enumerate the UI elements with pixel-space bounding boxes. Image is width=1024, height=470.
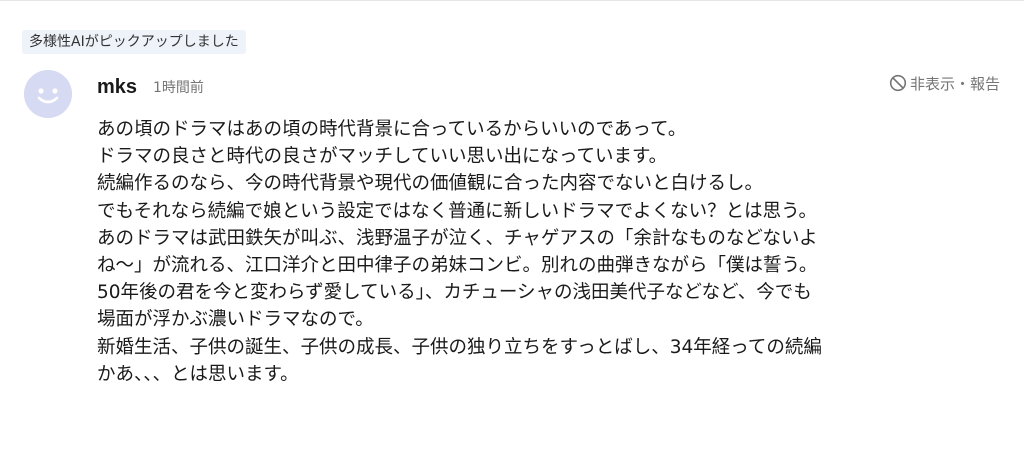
comment-line: あのドラマは武田鉄矢が叫ぶ、浅野温子が泣く、チャゲアスの「余計なものなどないよ bbox=[97, 227, 818, 249]
comment-timestamp: 1時間前 bbox=[153, 80, 204, 96]
block-icon bbox=[889, 74, 907, 92]
comment-line: 場面が浮かぶ濃いドラマなので。 bbox=[97, 309, 374, 331]
hide-report-button[interactable]: 非表示・報告 bbox=[889, 70, 1000, 96]
comment-line: でもそれなら続編で娘という設定ではなく普通に新しいドラマでよくない？とは思う。 bbox=[97, 200, 818, 222]
comment-line: あの頃のドラマはあの頃の時代背景に合っているからいいのであって。 bbox=[97, 119, 687, 140]
comment-line: 50年後の君を今と変わらず愛している」、カチューシャの浅田美代子などなど、今でも bbox=[97, 282, 812, 304]
top-divider bbox=[0, 0, 1024, 1]
smiley-avatar-icon bbox=[24, 70, 72, 118]
comment-line: 新婚生活、子供の誕生、子供の成長、子供の独り立ちをすっとばし、34年経っての続編 bbox=[97, 336, 822, 358]
avatar[interactable] bbox=[24, 70, 72, 118]
comment-line: ドラマの良さと時代の良さがマッチしていい思い出になっています。 bbox=[97, 146, 668, 168]
comment-line: かあ、、、とは思います。 bbox=[97, 363, 299, 385]
comment-body: あの頃のドラマはあの頃の時代背景に合っているからいいのであって。 ドラマの良さと… bbox=[97, 116, 1007, 388]
hide-report-label: 非表示・報告 bbox=[909, 74, 1000, 93]
comment-line: ね〜」が流れる、江口洋介と田中律子の弟妹コンビ。別れの曲弾きながら「僕は誓う。 bbox=[97, 255, 818, 277]
comment-line: 続編作るのなら、今の時代背景や現代の価値観に合った内容でないと白けるし。 bbox=[97, 173, 764, 195]
ai-pickup-badge: 多様性AIがピックアップしました bbox=[22, 30, 246, 54]
comment-username[interactable]: mks bbox=[97, 73, 137, 101]
